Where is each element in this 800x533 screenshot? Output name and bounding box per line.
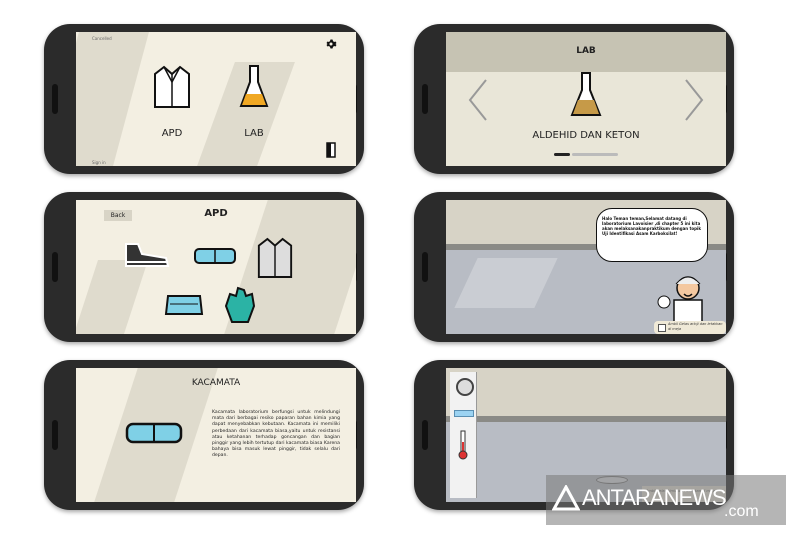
phone-kacamata: KACAMATA Kacamata laboratorium berfungsi… <box>44 360 364 510</box>
lab-coat-icon[interactable] <box>256 236 294 280</box>
menu-lab-label[interactable]: LAB <box>236 128 272 139</box>
speech-text: Halo Teman teman,Selamat datang di labor… <box>602 216 702 236</box>
phone-apd: Back APD <box>44 192 364 342</box>
chevron-left-icon[interactable] <box>466 78 490 122</box>
chevron-right-icon[interactable] <box>682 78 706 122</box>
watermark-domain: .com <box>724 503 759 520</box>
phone-lab: LAB ALDEHID DAN KETON <box>414 24 734 174</box>
goggles-icon[interactable] <box>192 246 238 266</box>
gear-icon[interactable] <box>325 38 337 50</box>
phone-speaker <box>422 420 428 450</box>
screen-lab: LAB ALDEHID DAN KETON <box>446 32 726 166</box>
lab-item-label[interactable]: ALDEHID DAN KETON <box>506 130 666 141</box>
watermark-brand: ANTARANEWS <box>582 485 727 510</box>
antaranews-watermark: ANTARANEWS .com <box>546 475 786 525</box>
menu-apd-label[interactable]: APD <box>154 128 190 139</box>
flask-icon[interactable] <box>570 70 602 120</box>
lab-coat-icon[interactable] <box>152 64 192 110</box>
phone-home: Cancelled APD LAB Sign in <box>44 24 364 174</box>
page-indicator <box>554 153 618 156</box>
screen-apd: Back APD <box>76 200 356 334</box>
beaker-icon[interactable] <box>454 410 474 417</box>
goggles-icon <box>125 422 183 444</box>
mask-icon[interactable] <box>162 292 206 318</box>
task-text: Ambil Gelas arloji dan letakkan di meja <box>668 322 723 331</box>
kacamata-title: KACAMATA <box>191 378 241 388</box>
glove-icon[interactable] <box>222 286 258 324</box>
screen-home: Cancelled APD LAB Sign in <box>76 32 356 166</box>
shoe-icon[interactable] <box>122 240 172 270</box>
phone-speaker <box>422 84 428 114</box>
back-button[interactable]: Back <box>104 210 132 221</box>
lab-title: LAB <box>576 46 596 56</box>
signin-label[interactable]: Sign in <box>92 160 106 165</box>
phone-speaker <box>52 252 58 282</box>
antara-logo-icon <box>552 485 580 511</box>
phone-speaker <box>52 420 58 450</box>
task-checkbox[interactable] <box>658 324 666 332</box>
apd-title: APD <box>204 208 228 219</box>
kacamata-description: Kacamata laboratorium berfungsi untuk me… <box>212 410 340 459</box>
phone-dialog: Halo Teman teman,Selamat datang di labor… <box>414 192 734 342</box>
flask-icon[interactable] <box>239 62 269 112</box>
phone-speaker <box>52 84 58 114</box>
watch-glass-icon[interactable] <box>456 378 474 396</box>
screen-kacamata: KACAMATA Kacamata laboratorium berfungsi… <box>76 368 356 502</box>
thermometer-icon[interactable] <box>458 430 468 460</box>
phone-speaker <box>422 252 428 282</box>
exit-door-icon[interactable] <box>326 142 336 158</box>
screen-dialog: Halo Teman teman,Selamat datang di labor… <box>446 200 726 334</box>
status-label: Cancelled <box>92 36 112 41</box>
